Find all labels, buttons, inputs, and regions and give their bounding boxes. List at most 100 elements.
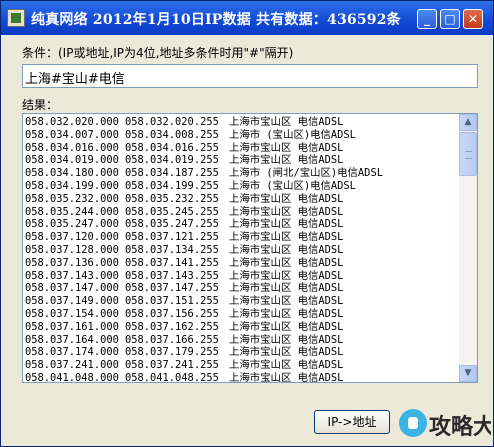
list-item[interactable]: 058.037.161.000 058.037.162.255 上海市宝山区 电信A… [25, 321, 459, 334]
location: 上海市宝山区 电信ADSL [229, 333, 344, 346]
window-title: 纯真网络 2012年1月10日IP数据 共有数据：436592条 [31, 12, 401, 28]
location: 上海市宝山区 电信ADSL [229, 371, 344, 383]
location: 上海市 (闸北/宝山区)电信ADSL [229, 167, 383, 180]
location: 上海市宝山区 电信ADSL [229, 269, 344, 282]
watermark-logo-icon [399, 409, 427, 437]
watermark-text: 攻略大全 [429, 415, 491, 440]
end-ip: 058.034.019.255 [125, 154, 219, 167]
location: 上海市 (宝山区)电信ADSL [229, 128, 356, 141]
condition-input[interactable]: 上海#宝山#电信 [22, 64, 478, 88]
start-ip: 058.037.164.000 [25, 333, 119, 346]
end-ip: 058.034.199.255 [125, 179, 219, 192]
list-item[interactable]: 058.034.180.000 058.034.187.255 上海市 (闸北/宝山… [25, 167, 459, 180]
location: 上海市宝山区 电信ADSL [229, 243, 344, 256]
end-ip: 058.037.179.255 [125, 346, 219, 359]
start-ip: 058.037.154.000 [25, 307, 119, 320]
location: 上海市宝山区 电信ADSL [229, 154, 344, 167]
start-ip: 058.035.247.000 [25, 218, 119, 231]
end-ip: 058.035.247.255 [125, 218, 219, 231]
list-item[interactable]: 058.037.143.000 058.037.143.255 上海市宝山区 电信A… [25, 270, 459, 283]
start-ip: 058.037.143.000 [25, 269, 119, 282]
end-ip: 058.034.187.255 [125, 167, 219, 180]
end-ip: 058.037.166.255 [125, 333, 219, 346]
list-item[interactable]: 058.034.199.000 058.034.199.255 上海市 (宝山区)电… [25, 180, 459, 193]
list-item[interactable]: 058.035.244.000 058.035.245.255 上海市宝山区 电信A… [25, 206, 459, 219]
location: 上海市宝山区 电信ADSL [229, 359, 344, 372]
list-item[interactable]: 058.034.016.000 058.034.016.255 上海市宝山区 电信A… [25, 142, 459, 155]
list-item[interactable]: 058.035.232.000 058.035.232.255 上海市宝山区 电信A… [25, 193, 459, 206]
location: 上海市 (宝山区)电信ADSL [229, 179, 356, 192]
start-ip: 058.037.147.000 [25, 282, 119, 295]
location: 上海市宝山区 电信ADSL [229, 205, 344, 218]
start-ip: 058.034.199.000 [25, 179, 119, 192]
end-ip: 058.035.245.255 [125, 205, 219, 218]
location: 上海市宝山区 电信ADSL [229, 116, 344, 128]
location: 上海市宝山区 电信ADSL [229, 256, 344, 269]
start-ip: 058.034.180.000 [25, 167, 119, 180]
scroll-up-icon[interactable]: ▲ [459, 114, 477, 131]
location: 上海市宝山区 电信ADSL [229, 231, 344, 244]
start-ip: 058.037.241.000 [25, 359, 119, 372]
start-ip: 058.037.136.000 [25, 256, 119, 269]
list-item[interactable]: 058.034.007.000 058.034.008.255 上海市 (宝山区)电… [25, 129, 459, 142]
end-ip: 058.037.134.255 [125, 243, 219, 256]
scroll-down-icon[interactable]: ▼ [459, 365, 477, 382]
end-ip: 058.037.156.255 [125, 307, 219, 320]
title-bar[interactable]: 纯真网络 2012年1月10日IP数据 共有数据：436592条 _ □ ✕ [1, 1, 493, 35]
start-ip: 058.032.020.000 [25, 116, 119, 128]
start-ip: 058.037.149.000 [25, 295, 119, 308]
end-ip: 058.037.121.255 [125, 231, 219, 244]
list-item[interactable]: 058.037.174.000 058.037.179.255 上海市宝山区 电信A… [25, 346, 459, 359]
end-ip: 058.037.151.255 [125, 295, 219, 308]
end-ip: 058.034.016.255 [125, 141, 219, 154]
scroll-thumb[interactable] [459, 132, 477, 176]
ip-to-address-button[interactable]: IP->地址 [314, 410, 390, 434]
location: 上海市宝山区 电信ADSL [229, 346, 344, 359]
end-ip: 058.037.162.255 [125, 320, 219, 333]
location: 上海市宝山区 电信ADSL [229, 307, 344, 320]
start-ip: 058.037.161.000 [25, 320, 119, 333]
list-item[interactable]: 058.037.120.000 058.037.121.255 上海市宝山区 电信A… [25, 231, 459, 244]
location: 上海市宝山区 电信ADSL [229, 320, 344, 333]
results-list[interactable]: 058.032.020.000 058.032.020.255 上海市宝山区 电信A… [22, 113, 478, 383]
start-ip: 058.037.128.000 [25, 243, 119, 256]
end-ip: 058.035.232.255 [125, 192, 219, 205]
start-ip: 058.037.174.000 [25, 346, 119, 359]
list-item[interactable]: 058.037.147.000 058.037.147.255 上海市宝山区 电信A… [25, 282, 459, 295]
location: 上海市宝山区 电信ADSL [229, 218, 344, 231]
list-item[interactable]: 058.037.136.000 058.037.141.255 上海市宝山区 电信A… [25, 257, 459, 270]
list-item[interactable]: 058.035.247.000 058.035.247.255 上海市宝山区 电信A… [25, 218, 459, 231]
result-label: 结果： [22, 98, 59, 112]
results-rows: 058.032.020.000 058.032.020.255 上海市宝山区 电信A… [25, 116, 459, 383]
app-window: 纯真网络 2012年1月10日IP数据 共有数据：436592条 _ □ ✕ 条… [0, 0, 494, 447]
list-item[interactable]: 058.037.241.000 058.037.241.255 上海市宝山区 电信A… [25, 359, 459, 372]
watermark: 攻略大全 [399, 405, 491, 441]
list-item[interactable]: 058.037.154.000 058.037.156.255 上海市宝山区 电信A… [25, 308, 459, 321]
condition-label: 条件：(IP或地址,IP为4位,地址多条件时用"#"隔开) [22, 46, 294, 60]
close-button[interactable]: ✕ [463, 9, 483, 29]
maximize-button[interactable]: □ [440, 9, 460, 29]
start-ip: 058.034.007.000 [25, 128, 119, 141]
end-ip: 058.034.008.255 [125, 128, 219, 141]
location: 上海市宝山区 电信ADSL [229, 282, 344, 295]
start-ip: 058.034.019.000 [25, 154, 119, 167]
start-ip: 058.034.016.000 [25, 141, 119, 154]
end-ip: 058.037.141.255 [125, 256, 219, 269]
list-item[interactable]: 058.034.019.000 058.034.019.255 上海市宝山区 电信A… [25, 154, 459, 167]
start-ip: 058.041.048.000 [25, 371, 119, 383]
start-ip: 058.037.120.000 [25, 231, 119, 244]
end-ip: 058.032.020.255 [125, 116, 219, 128]
end-ip: 058.037.241.255 [125, 359, 219, 372]
list-item[interactable]: 058.037.149.000 058.037.151.255 上海市宝山区 电信A… [25, 295, 459, 308]
end-ip: 058.037.143.255 [125, 269, 219, 282]
list-item[interactable]: 058.037.128.000 058.037.134.255 上海市宝山区 电信A… [25, 244, 459, 257]
end-ip: 058.041.048.255 [125, 371, 219, 383]
minimize-button[interactable]: _ [417, 9, 437, 29]
start-ip: 058.035.244.000 [25, 205, 119, 218]
vertical-scrollbar[interactable]: ▲ ▼ [459, 114, 477, 382]
location: 上海市宝山区 电信ADSL [229, 295, 344, 308]
list-item[interactable]: 058.041.048.000 058.041.048.255 上海市宝山区 电信A… [25, 371, 459, 383]
list-item[interactable]: 058.037.164.000 058.037.166.255 上海市宝山区 电信A… [25, 334, 459, 347]
list-item[interactable]: 058.032.020.000 058.032.020.255 上海市宝山区 电信A… [25, 116, 459, 129]
location: 上海市宝山区 电信ADSL [229, 141, 344, 154]
